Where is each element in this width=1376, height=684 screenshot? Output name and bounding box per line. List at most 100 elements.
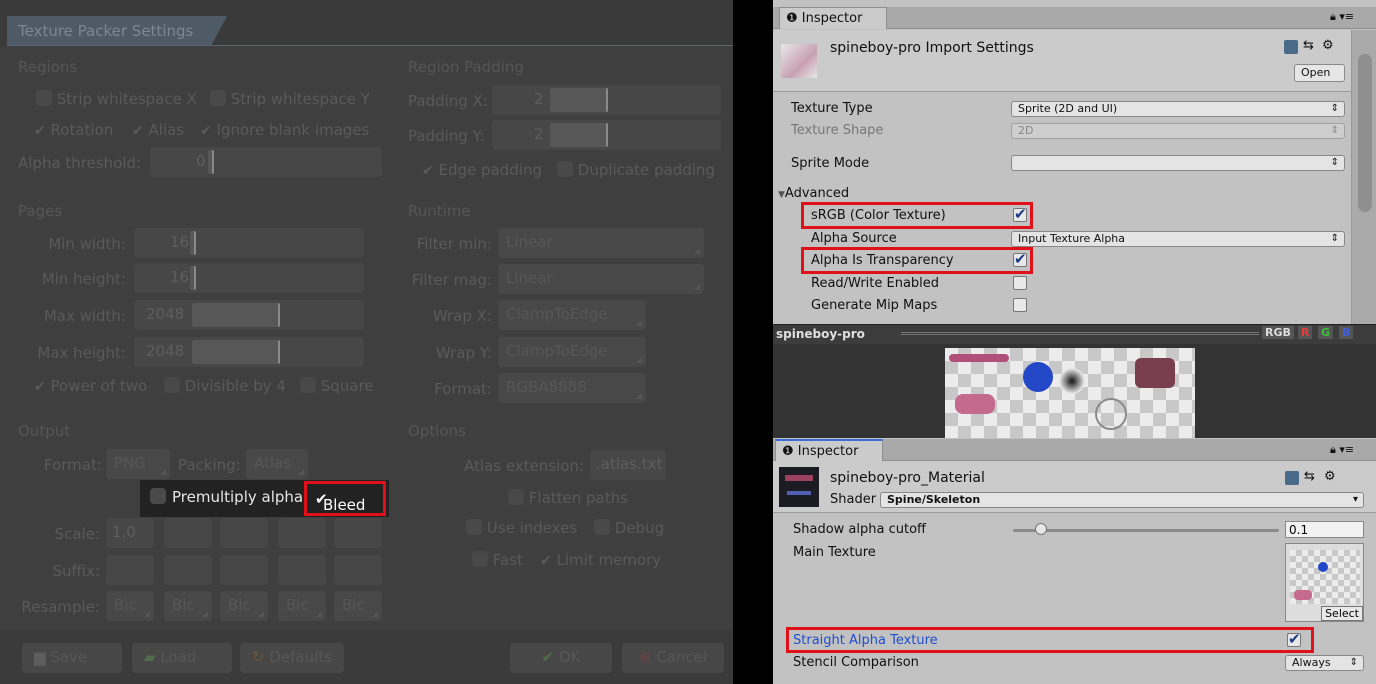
gear-icon[interactable]: ⚙	[1324, 469, 1336, 484]
scale-input-5[interactable]	[334, 518, 382, 548]
mipmaps-checkbox[interactable]	[1013, 298, 1027, 312]
wrap-y-label: Wrap Y:	[435, 344, 492, 362]
suffix-input-2[interactable]	[164, 555, 212, 585]
resample-select-5[interactable]: Bic	[334, 591, 382, 621]
shadow-cutoff-slider-thumb[interactable]	[1035, 523, 1047, 535]
rotation-checkbox[interactable]: ✔ Rotation	[34, 121, 113, 139]
load-button[interactable]: ▰ Load	[132, 643, 232, 673]
alpha-source-dropdown[interactable]: Input Texture Alpha ⇕	[1011, 231, 1345, 247]
max-width-spinner[interactable]: 2048	[134, 300, 364, 330]
max-height-spinner[interactable]: 2048	[134, 337, 364, 367]
filter-min-label: Filter min:	[416, 235, 492, 253]
resample-select-1[interactable]: Bic	[106, 591, 154, 621]
channel-b-toggle[interactable]: B	[1339, 326, 1354, 339]
select-texture-button[interactable]: Select	[1321, 606, 1363, 621]
alpha-threshold-spinner[interactable]: 0	[150, 147, 382, 177]
shader-dropdown[interactable]: Spine/Skeleton ▾	[880, 492, 1364, 508]
lock-icon[interactable]: 🔒︎ ▾≡	[1330, 10, 1354, 24]
scrollbar-thumb[interactable]	[1358, 54, 1372, 212]
material-inspector-tab[interactable]: ❶ Inspector	[775, 439, 883, 461]
straight-alpha-checkbox[interactable]	[1287, 630, 1301, 648]
filter-min-select[interactable]: Linear	[498, 228, 704, 258]
padding-y-spinner[interactable]: 2	[492, 120, 721, 150]
advanced-foldout[interactable]: ▼Advanced	[778, 186, 849, 201]
max-width-label: Max width:	[43, 307, 126, 325]
duplicate-padding-checkbox[interactable]: Duplicate padding	[557, 161, 715, 179]
channel-r-toggle[interactable]: R	[1298, 326, 1313, 339]
sprite-mode-dropdown[interactable]: ⇕	[1011, 155, 1345, 171]
preset-icon[interactable]: ⇆	[1304, 469, 1315, 484]
scale-input-2[interactable]	[164, 518, 212, 548]
gear-icon[interactable]: ⚙	[1322, 38, 1334, 53]
strip-whitespace-x-checkbox[interactable]: Strip whitespace X	[36, 90, 197, 108]
scale-input-3[interactable]	[220, 518, 268, 548]
texture-type-dropdown[interactable]: Sprite (2D and UI) ⇕	[1011, 101, 1345, 117]
square-checkbox[interactable]: Square	[300, 377, 374, 395]
preset-icon[interactable]: ⇆	[1303, 38, 1314, 53]
channel-g-toggle[interactable]: G	[1318, 326, 1334, 339]
limit-memory-label: Limit memory	[556, 551, 662, 569]
suffix-input-1[interactable]	[106, 555, 154, 585]
channel-rgb-toggle[interactable]: RGB	[1262, 326, 1294, 339]
min-height-spinner[interactable]: 16	[134, 263, 364, 293]
suffix-input-4[interactable]	[278, 555, 326, 585]
scale-input-1[interactable]: 1.0	[106, 518, 154, 548]
inspector-tab[interactable]: ❶ Inspector	[779, 7, 887, 29]
wrap-x-select[interactable]: ClampToEdge	[498, 300, 646, 330]
save-button[interactable]: ▆ Save	[22, 643, 122, 673]
stencil-dropdown[interactable]: Always ⇕	[1285, 655, 1364, 671]
alias-checkbox[interactable]: ✔ Alias	[132, 121, 184, 139]
resample-select-2[interactable]: Bic	[164, 591, 212, 621]
power-of-two-checkbox[interactable]: ✔ Power of two	[34, 377, 147, 395]
texture-shape-label: Texture Shape	[791, 123, 884, 138]
check-icon: ✔	[34, 123, 46, 139]
open-button[interactable]: Open	[1294, 64, 1345, 82]
help-icon[interactable]	[1284, 40, 1298, 54]
fast-checkbox[interactable]: Fast	[472, 551, 523, 569]
alpha-transparency-checkbox[interactable]	[1013, 250, 1027, 268]
edge-padding-checkbox[interactable]: ✔ Edge padding	[422, 161, 542, 179]
premultiply-alpha-checkbox[interactable]: Premultiply alpha	[150, 488, 303, 506]
format-select[interactable]: RGBA8888	[498, 373, 646, 403]
shadow-cutoff-input[interactable]: 0.1	[1285, 521, 1364, 538]
check-icon: ✔	[34, 379, 46, 395]
main-texture-slot[interactable]: Select	[1285, 543, 1364, 622]
padding-x-spinner[interactable]: 2	[492, 85, 721, 115]
scale-input-4[interactable]	[278, 518, 326, 548]
packing-select[interactable]: Atlas	[246, 449, 308, 479]
filter-mag-select[interactable]: Linear	[498, 264, 704, 294]
lock-icon[interactable]: 🔒︎ ▾≡	[1330, 443, 1354, 457]
debug-checkbox[interactable]: Debug	[594, 519, 664, 537]
min-width-spinner[interactable]: 16	[134, 228, 364, 258]
unity-inspector-panel: ❶ Inspector 🔒︎ ▾≡ spineboy-pro Import Se…	[773, 0, 1376, 684]
suffix-input-5[interactable]	[334, 555, 382, 585]
wrap-y-select[interactable]: ClampToEdge	[498, 337, 646, 367]
ignore-blank-checkbox[interactable]: ✔ Ignore blank images	[200, 121, 369, 139]
read-write-checkbox[interactable]	[1013, 276, 1027, 290]
straight-alpha-label: Straight Alpha Texture	[793, 633, 938, 648]
shadow-cutoff-slider-track[interactable]	[1013, 529, 1279, 532]
dropdown-arrow-icon: ⇕	[1330, 103, 1339, 114]
divisible-by-4-checkbox[interactable]: Divisible by 4	[164, 377, 286, 395]
ok-button[interactable]: ✔ OK	[510, 643, 612, 673]
strip-whitespace-y-checkbox[interactable]: Strip whitespace Y	[210, 90, 370, 108]
use-indexes-checkbox[interactable]: Use indexes	[466, 519, 577, 537]
stencil-label: Stencil Comparison	[793, 655, 919, 670]
resample-select-4[interactable]: Bic	[278, 591, 326, 621]
inspector-scrollbar[interactable]	[1351, 30, 1376, 324]
atlas-extension-input[interactable]: .atlas.txt	[590, 450, 666, 480]
cancel-button[interactable]: ⊗ Cancel	[622, 643, 724, 673]
help-icon[interactable]	[1285, 471, 1299, 485]
main-texture-thumbnail	[1290, 550, 1360, 604]
limit-memory-checkbox[interactable]: ✔ Limit memory	[540, 551, 661, 569]
suffix-input-3[interactable]	[220, 555, 268, 585]
srgb-checkbox[interactable]	[1013, 205, 1027, 223]
check-icon: ✔	[422, 163, 434, 179]
flatten-paths-checkbox[interactable]: Flatten paths	[508, 489, 628, 507]
dropdown-arrow-icon: ⇕	[1330, 125, 1339, 136]
output-format-select[interactable]: PNG	[106, 449, 170, 479]
reset-icon: ↻	[252, 648, 265, 666]
resample-select-3[interactable]: Bic	[220, 591, 268, 621]
defaults-button[interactable]: ↻ Defaults	[240, 643, 344, 673]
bleed-checkbox[interactable]: ✔ Bleed	[304, 481, 386, 516]
